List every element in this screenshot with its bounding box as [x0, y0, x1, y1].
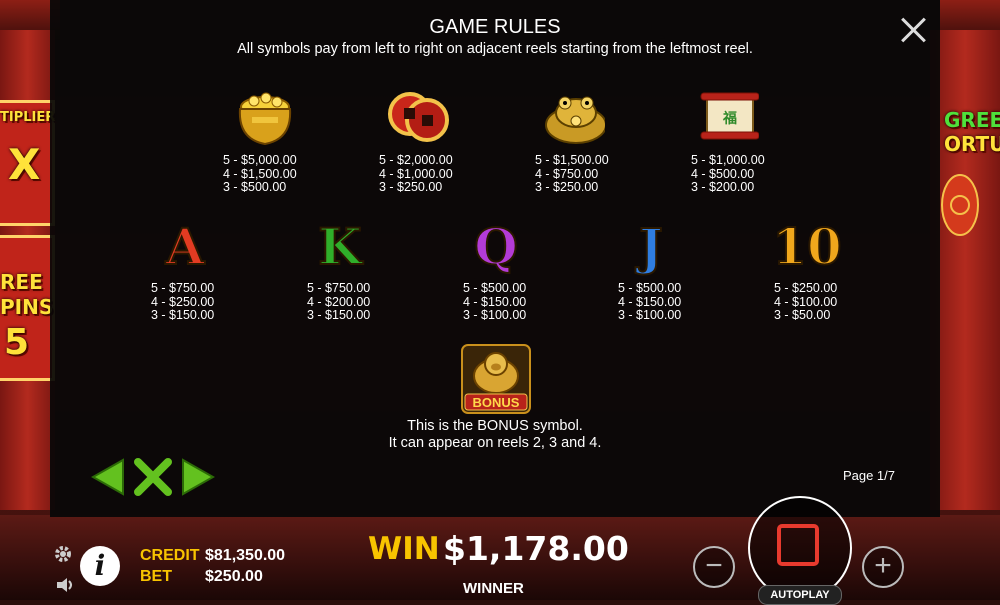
- symbol-gold-pot: [214, 88, 314, 146]
- pay-line: 5 - $250.00: [774, 281, 838, 295]
- pay-line: 4 - $1,500.00: [223, 166, 297, 181]
- pays-k: 5 - $750.00 4 - $200.00 3 - $150.00: [307, 281, 371, 323]
- letter-a-icon: A: [165, 217, 206, 277]
- symbol-scroll: 福: [677, 88, 777, 146]
- decrease-bet-button[interactable]: −: [693, 546, 735, 588]
- pay-line: 4 - $150.00: [463, 294, 527, 309]
- rules-subtitle: All symbols pay from left to right on ad…: [237, 41, 753, 57]
- lantern-ornament: [941, 174, 979, 236]
- next-arrow-icon[interactable]: [181, 458, 215, 496]
- credit-label: CREDIT: [140, 547, 200, 564]
- pay-line: 3 - $500.00: [223, 180, 287, 194]
- pay-line: 3 - $50.00: [774, 308, 831, 322]
- pays-scroll: 5 - $1,000.00 4 - $500.00 3 - $200.00: [691, 153, 765, 195]
- close-icon[interactable]: [900, 16, 928, 44]
- pay-line: 3 - $100.00: [463, 308, 527, 322]
- svg-text:福: 福: [722, 110, 737, 127]
- bonus-description: This is the BONUS symbol. It can appear …: [50, 418, 940, 452]
- pay-line: 3 - $100.00: [618, 308, 682, 322]
- gear-icon[interactable]: [53, 544, 73, 564]
- pay-line: 5 - $500.00: [618, 281, 682, 295]
- letter-j-icon: J: [638, 217, 664, 277]
- bonus-line-1: This is the BONUS symbol.: [407, 418, 583, 434]
- pays-10: 5 - $250.00 4 - $100.00 3 - $50.00: [774, 281, 838, 323]
- pay-line: 5 - $750.00: [151, 281, 215, 295]
- scroll-icon: 福: [695, 88, 759, 146]
- letter-10-icon: 10: [771, 217, 843, 277]
- increase-bet-button[interactable]: +: [862, 546, 904, 588]
- spins-label: PINS: [0, 295, 54, 319]
- pay-line: 3 - $150.00: [307, 308, 371, 322]
- pay-line: 4 - $150.00: [618, 294, 682, 309]
- prev-arrow-icon[interactable]: [91, 458, 125, 496]
- game-rules-overlay: GAME RULES All symbols pay from left to …: [50, 0, 940, 517]
- pay-line: 3 - $250.00: [535, 180, 599, 194]
- credit-value: $81,350.00: [205, 547, 286, 564]
- winner-label: WINNER: [463, 580, 524, 597]
- pillar-right: [930, 30, 1000, 510]
- bet-value: $250.00: [205, 568, 263, 585]
- pay-line: 4 - $250.00: [151, 294, 215, 309]
- symbol-10: 10: [757, 217, 857, 277]
- logo-green: GREEN: [944, 108, 1000, 132]
- pays-q: 5 - $500.00 4 - $150.00 3 - $100.00: [463, 281, 527, 323]
- win-label: WIN: [368, 531, 440, 567]
- letter-q-icon: Q: [473, 217, 519, 277]
- pay-line: 4 - $200.00: [307, 294, 371, 309]
- golden-frog-icon: [541, 88, 605, 146]
- letter-k-icon: K: [317, 217, 362, 277]
- gold-pot-icon: [232, 88, 296, 146]
- autoplay-button[interactable]: AUTOPLAY: [758, 585, 842, 605]
- free-spins-count: 5: [4, 322, 30, 363]
- info-button[interactable]: i: [80, 546, 120, 586]
- pay-line: 4 - $500.00: [691, 166, 755, 181]
- logo-fortune: ORTUNE: [944, 132, 1000, 156]
- pay-line: 5 - $750.00: [307, 281, 371, 295]
- bet-label: BET: [140, 568, 172, 585]
- bonus-badge: BONUS: [472, 395, 520, 410]
- free-label: REE: [0, 270, 43, 294]
- symbol-k: K: [290, 217, 390, 277]
- bonus-pig-icon: BONUS: [461, 344, 531, 414]
- multiplier-value: X: [8, 140, 41, 189]
- bonus-line-2: It can appear on reels 2, 3 and 4.: [388, 435, 602, 451]
- pays-golden-frog: 5 - $1,500.00 4 - $750.00 3 - $250.00: [535, 153, 609, 195]
- speaker-icon[interactable]: [55, 576, 75, 594]
- symbol-golden-frog: [523, 88, 623, 146]
- close-rules-x-icon[interactable]: [134, 458, 172, 496]
- multiplier-label: TIPLIER: [0, 110, 56, 125]
- pay-line: 5 - $1,500.00: [535, 153, 609, 167]
- pay-line: 3 - $250.00: [379, 180, 443, 194]
- pays-gold-pot: 5 - $5,000.00 4 - $1,500.00 3 - $500.00: [223, 153, 297, 195]
- pay-line: 4 - $750.00: [535, 166, 599, 181]
- win-value: $1,178.00: [443, 529, 629, 568]
- pays-j: 5 - $500.00 4 - $150.00 3 - $100.00: [618, 281, 682, 323]
- pay-line: 5 - $1,000.00: [691, 153, 765, 167]
- rules-title: GAME RULES: [429, 16, 561, 38]
- symbol-j: J: [601, 217, 701, 277]
- pay-line: 5 - $2,000.00: [379, 153, 453, 167]
- stop-icon: [777, 524, 819, 566]
- pay-line: 4 - $1,000.00: [379, 166, 453, 181]
- pay-line: 3 - $200.00: [691, 180, 755, 194]
- symbol-a: A: [135, 217, 235, 277]
- pay-line: 5 - $5,000.00: [223, 153, 297, 167]
- pay-line: 3 - $150.00: [151, 308, 215, 322]
- pays-coin-knot: 5 - $2,000.00 4 - $1,000.00 3 - $250.00: [379, 153, 453, 195]
- pay-line: 4 - $100.00: [774, 294, 838, 309]
- pay-line: 5 - $500.00: [463, 281, 527, 295]
- page-indicator: Page 1/7: [842, 468, 895, 483]
- symbol-q: Q: [446, 217, 546, 277]
- symbol-coin-knot: [367, 88, 467, 146]
- pays-a: 5 - $750.00 4 - $250.00 3 - $150.00: [151, 281, 215, 323]
- coin-knot-icon: [385, 88, 449, 146]
